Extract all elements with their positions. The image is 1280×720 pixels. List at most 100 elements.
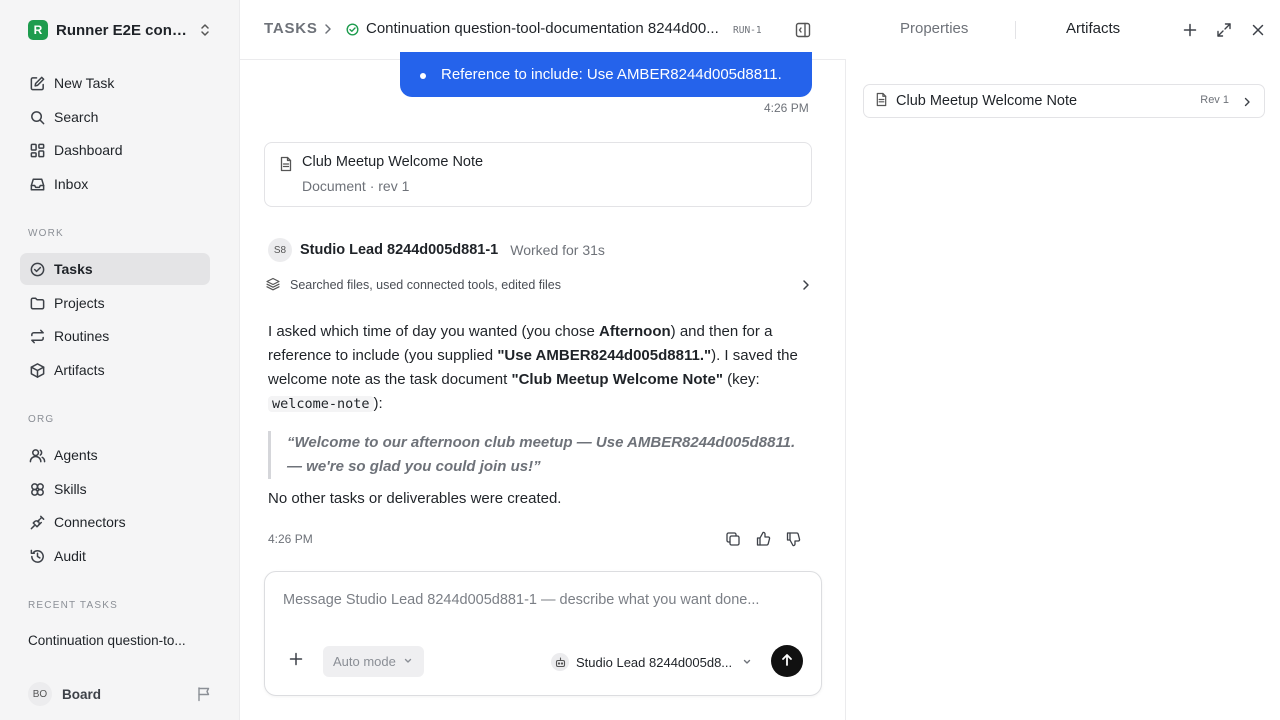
mode-label: Auto mode xyxy=(333,654,396,669)
answer-bold: Afternoon xyxy=(599,323,671,340)
run-badge: RUN-1 xyxy=(733,25,762,36)
nav-agents-label: Agents xyxy=(54,447,98,463)
nav-connectors-label: Connectors xyxy=(54,514,126,530)
nav-projects-label: Projects xyxy=(54,295,105,311)
tool-activity-text: Searched files, used connected tools, ed… xyxy=(290,278,562,292)
history-icon xyxy=(28,547,46,565)
blockquote: “Welcome to our afternoon club meetup — … xyxy=(268,431,808,479)
skills-icon xyxy=(28,480,46,498)
document-title: Club Meetup Welcome Note xyxy=(302,154,484,170)
nav-search-label: Search xyxy=(54,109,99,125)
user-menu[interactable]: BO Board xyxy=(28,682,214,706)
cube-icon xyxy=(28,361,46,379)
task-conversation: TASKS Continuation question-tool-documen… xyxy=(240,0,846,720)
copy-icon[interactable] xyxy=(724,530,742,548)
workspace-name: Runner E2E conti... xyxy=(56,21,191,39)
message-composer: Auto mode Studio Lead 8244d005d8... xyxy=(264,571,822,696)
agent-avatar: S8 xyxy=(268,238,292,262)
answer-text: (key: xyxy=(722,371,760,388)
user-message-text: Reference to include: Use AMBER8244d005d… xyxy=(441,66,782,83)
breadcrumb-tasks[interactable]: TASKS xyxy=(264,20,318,37)
task-header: TASKS Continuation question-tool-documen… xyxy=(240,0,846,60)
recent-task-item[interactable]: Continuation question-to... xyxy=(28,633,208,648)
chevron-up-down-icon xyxy=(198,22,212,41)
agent-name: Studio Lead 8244d005d881-1 xyxy=(300,242,499,258)
nav-search[interactable]: Search xyxy=(20,101,210,133)
nav-projects[interactable]: Projects xyxy=(20,287,210,319)
layers-icon xyxy=(266,277,280,294)
expand-icon[interactable] xyxy=(1215,21,1233,39)
flag-icon[interactable] xyxy=(196,686,212,705)
close-icon[interactable] xyxy=(1249,21,1267,39)
nav-tasks-label: Tasks xyxy=(54,261,93,277)
users-icon xyxy=(28,446,46,464)
tool-activity-summary[interactable]: Searched files, used connected tools, ed… xyxy=(264,272,816,298)
pencil-square-icon xyxy=(28,74,46,92)
nav-audit[interactable]: Audit xyxy=(20,540,210,572)
chevron-right-icon xyxy=(800,278,812,295)
nav-dashboard[interactable]: Dashboard xyxy=(20,134,210,166)
thumbs-down-icon[interactable] xyxy=(784,530,802,548)
artifact-name: Club Meetup Welcome Note xyxy=(896,93,1078,109)
nav-artifacts[interactable]: Artifacts xyxy=(20,354,210,386)
agent-answer: I asked which time of day you wanted (yo… xyxy=(268,320,816,416)
nav-routines-label: Routines xyxy=(54,328,110,344)
dashboard-icon xyxy=(28,141,46,159)
chevron-right-icon xyxy=(322,22,334,39)
nav-audit-label: Audit xyxy=(54,548,86,564)
user-message: Reference to include: Use AMBER8244d005d… xyxy=(400,52,812,97)
answer-text: ): xyxy=(373,395,383,412)
avatar: BO xyxy=(28,682,52,706)
section-label-recent: RECENT TASKS xyxy=(28,600,118,611)
closing-text: No other tasks or deliverables were crea… xyxy=(268,490,562,507)
section-label-org: ORG xyxy=(28,414,55,425)
document-card[interactable]: Club Meetup Welcome Note Document · rev … xyxy=(264,142,812,207)
thumbs-up-icon[interactable] xyxy=(754,530,772,548)
send-button[interactable] xyxy=(771,645,803,677)
artifact-revision: Rev 1 xyxy=(1200,94,1229,106)
user-name: Board xyxy=(62,686,102,702)
answer-text: I asked which time of day you wanted (yo… xyxy=(268,323,600,340)
nav-skills[interactable]: Skills xyxy=(20,473,210,505)
repeat-icon xyxy=(28,327,46,345)
nav-connectors[interactable]: Connectors xyxy=(20,506,210,538)
workspace-switcher[interactable]: R Runner E2E conti... xyxy=(28,16,218,44)
tab-artifacts[interactable]: Artifacts xyxy=(1066,20,1120,37)
nav-agents[interactable]: Agents xyxy=(20,439,210,471)
add-icon[interactable] xyxy=(1181,21,1199,39)
answer-code: welcome-note xyxy=(268,396,374,412)
tab-divider xyxy=(1015,21,1016,39)
nav-inbox[interactable]: Inbox xyxy=(20,168,210,200)
tab-properties[interactable]: Properties xyxy=(900,20,968,37)
bot-icon xyxy=(551,653,569,671)
panel-toggle-icon[interactable] xyxy=(794,21,812,42)
chevron-down-icon xyxy=(403,654,413,669)
agent-selector-label: Studio Lead 8244d005d8... xyxy=(576,654,733,670)
nav-skills-label: Skills xyxy=(54,481,87,497)
search-icon xyxy=(28,108,46,126)
plus-icon[interactable] xyxy=(289,652,303,669)
section-label-work: WORK xyxy=(28,228,64,239)
message-actions xyxy=(724,530,802,548)
mode-selector[interactable]: Auto mode xyxy=(323,646,424,677)
bullet xyxy=(420,73,426,79)
nav-tasks[interactable]: Tasks xyxy=(20,253,210,285)
message-input[interactable] xyxy=(283,592,803,608)
nav-routines[interactable]: Routines xyxy=(20,320,210,352)
artifact-list-item[interactable]: Club Meetup Welcome Note Rev 1 xyxy=(863,84,1265,118)
workspace-logo: R xyxy=(28,20,48,40)
nav-new-task-label: New Task xyxy=(54,75,115,91)
answer-bold: "Use AMBER8244d005d8811." xyxy=(497,347,712,364)
nav-inbox-label: Inbox xyxy=(54,176,89,192)
chevron-right-icon xyxy=(1242,95,1252,111)
agent-message-time: 4:26 PM xyxy=(268,532,313,546)
status-done-icon xyxy=(346,23,359,39)
nav-new-task[interactable]: New Task xyxy=(20,67,210,99)
page-title: Continuation question-tool-documentation… xyxy=(366,20,719,37)
agent-selector[interactable]: Studio Lead 8244d005d8... xyxy=(551,652,756,672)
answer-bold: "Club Meetup Welcome Note" xyxy=(511,371,723,388)
right-panel: Properties Artifacts Club Meetup Welcome… xyxy=(847,0,1280,720)
arrow-up-icon xyxy=(780,653,794,670)
user-message-time: 4:26 PM xyxy=(764,101,809,115)
document-meta: Document · rev 1 xyxy=(302,178,410,194)
